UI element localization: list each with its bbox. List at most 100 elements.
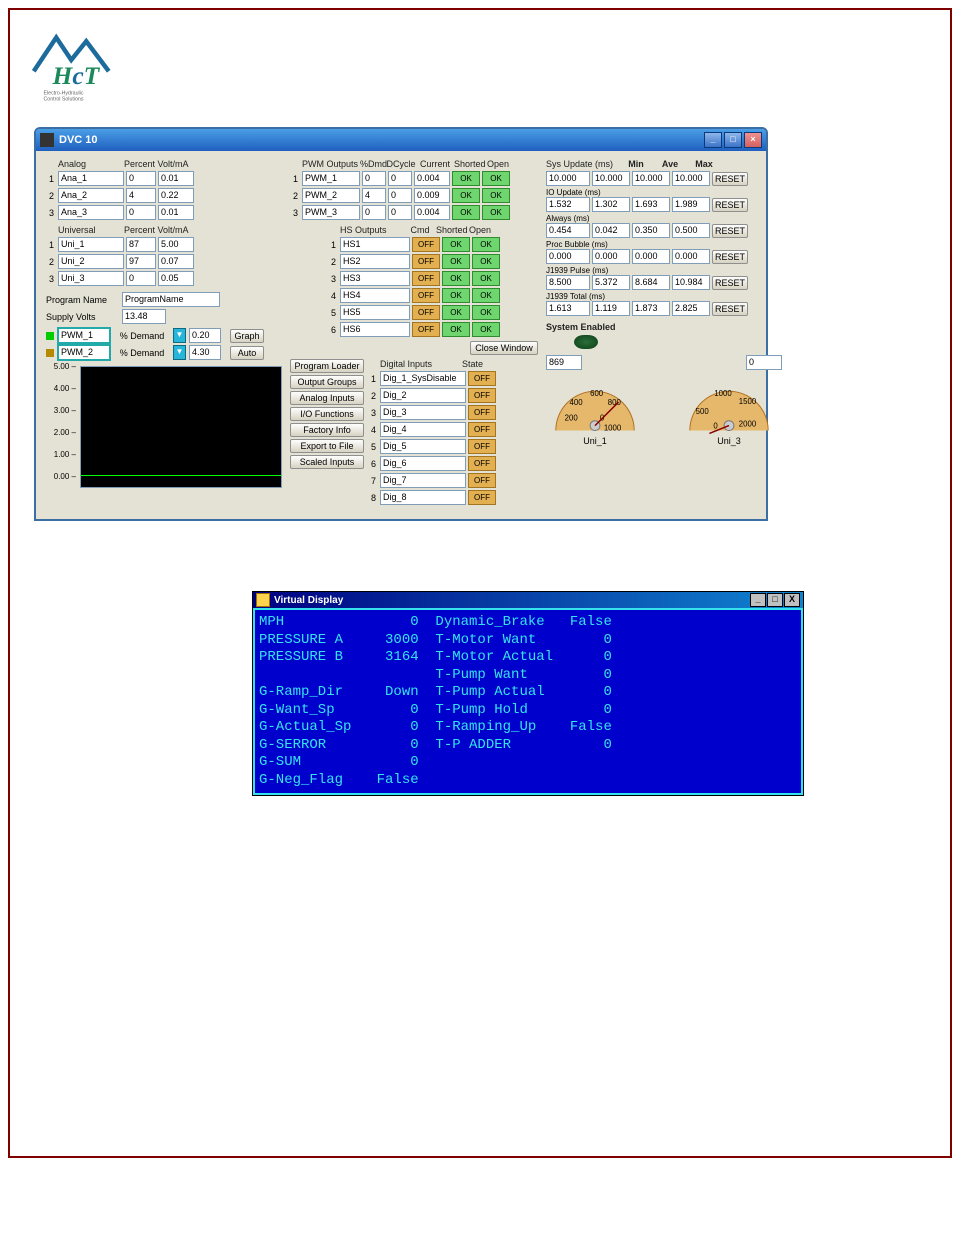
analog-header: Analog [58,159,122,169]
io-val: 0.22 [158,188,194,203]
shorted-status: OK [452,205,480,220]
open-status: OK [472,322,500,337]
side-button[interactable]: Factory Info [290,423,364,437]
io-row: 3Ana_300.01 [46,205,282,220]
shorted-status: OK [442,254,470,269]
io-row: 2Ana_240.22 [46,188,282,203]
chevron-down-icon[interactable]: ▼ [173,328,186,343]
app-icon [40,133,54,147]
chevron-down-icon[interactable]: ▼ [173,345,186,360]
timing-row: 10.00010.00010.00010.000RESET [546,171,756,186]
side-button[interactable]: I/O Functions [290,407,364,421]
hs-row: 2HS2OFFOKOK [328,254,538,269]
side-button[interactable]: Analog Inputs [290,391,364,405]
cmd-status: OFF [412,271,440,286]
io-name[interactable]: Ana_2 [58,188,124,203]
dig-row: 8Dig_8OFF [368,490,508,505]
io-percent: 0 [126,205,156,220]
auto-button[interactable]: Auto [230,346,264,360]
io-row: 2Uni_2970.07 [46,254,282,269]
open-status: OK [472,237,500,252]
open-status: OK [472,254,500,269]
svg-text:400: 400 [570,398,584,407]
hs-row: 5HS5OFFOKOK [328,305,538,320]
dig-row: 4Dig_4OFF [368,422,508,437]
hs-row: 4HS4OFFOKOK [328,288,538,303]
digital-inputs-header: Digital Inputs [380,359,460,369]
cmd-status: OFF [412,305,440,320]
io-name[interactable]: Ana_3 [58,205,124,220]
vd-maximize-button[interactable]: □ [767,593,783,607]
svg-text:1500: 1500 [739,397,757,406]
reset-button[interactable]: RESET [712,224,748,238]
gauge-uni-1: 20040060080001000 [546,376,644,436]
hs-row: 6HS6OFFOKOK [328,322,538,337]
supply-volts-value: 13.48 [122,309,166,324]
gauge-2-value: 0 [746,355,782,370]
close-button[interactable]: × [744,132,762,148]
side-button[interactable]: Export to File [290,439,364,453]
program-name-label: Program Name [46,295,120,305]
dig-row: 1Dig_1_SysDisableOFF [368,371,508,386]
reset-button[interactable]: RESET [712,302,748,316]
io-name[interactable]: Ana_1 [58,171,124,186]
pwm-row: 2PWM_2400.009OKOK [290,188,538,203]
side-button[interactable]: Program Loader [290,359,364,373]
window-title: DVC 10 [59,134,702,146]
title-bar[interactable]: DVC 10 _ □ × [36,129,766,151]
vd-title: Virtual Display [274,595,749,606]
pwm-row: 1PWM_1000.004OKOK [290,171,538,186]
dig-row: 7Dig_7OFF [368,473,508,488]
io-val: 0.07 [158,254,194,269]
reset-button[interactable]: RESET [712,276,748,290]
dig-row: 2Dig_2OFF [368,388,508,403]
open-status: OK [472,305,500,320]
shorted-status: OK [442,237,470,252]
reset-button[interactable]: RESET [712,172,748,186]
gauge-uni-3: 5001000150020000 [680,376,778,436]
shorted-status: OK [452,171,480,186]
program-name-input[interactable]: ProgramName [122,292,220,307]
cmd-status: OFF [412,322,440,337]
hs-header: HS Outputs [340,225,404,235]
svg-text:2000: 2000 [739,420,757,429]
io-name[interactable]: Uni_1 [58,237,124,252]
dig-state: OFF [468,422,496,437]
io-name[interactable]: Uni_2 [58,254,124,269]
io-val: 0.01 [158,205,194,220]
hct-logo: HcT Electro-Hydraulic Control Solutions [30,30,120,105]
vd-body: MPH 0 Dynamic_Brake False PRESSURE A 300… [253,608,803,795]
dig-state: OFF [468,473,496,488]
vd-close-button[interactable]: X [784,593,800,607]
io-val: 5.00 [158,237,194,252]
graph-button[interactable]: Graph [230,329,264,343]
reset-button[interactable]: RESET [712,198,748,212]
io-name[interactable]: Uni_3 [58,271,124,286]
io-val: 0.05 [158,271,194,286]
svg-text:HcT: HcT [52,61,101,90]
io-percent: 0 [126,171,156,186]
io-row: 3Uni_300.05 [46,271,282,286]
reset-button[interactable]: RESET [712,250,748,264]
plot-area [80,366,282,488]
supply-volts-label: Supply Volts [46,312,120,322]
dig-row: 3Dig_3OFF [368,405,508,420]
shorted-status: OK [442,305,470,320]
vd-title-bar[interactable]: Virtual Display _ □ X [253,592,803,608]
vd-minimize-button[interactable]: _ [750,593,766,607]
close-window-button[interactable]: Close Window [470,341,538,355]
shorted-status: OK [442,288,470,303]
svg-text:200: 200 [565,414,579,423]
minimize-button[interactable]: _ [704,132,722,148]
maximize-button[interactable]: □ [724,132,742,148]
side-button[interactable]: Output Groups [290,375,364,389]
dig-row: 6Dig_6OFF [368,456,508,471]
side-button[interactable]: Scaled Inputs [290,455,364,469]
svg-text:Electro-Hydraulic: Electro-Hydraulic [44,91,84,97]
dig-state: OFF [468,405,496,420]
shorted-status: OK [452,188,480,203]
hs-row: 1HS1OFFOKOK [328,237,538,252]
svg-text:0: 0 [713,422,718,431]
cmd-status: OFF [412,254,440,269]
dig-state: OFF [468,439,496,454]
